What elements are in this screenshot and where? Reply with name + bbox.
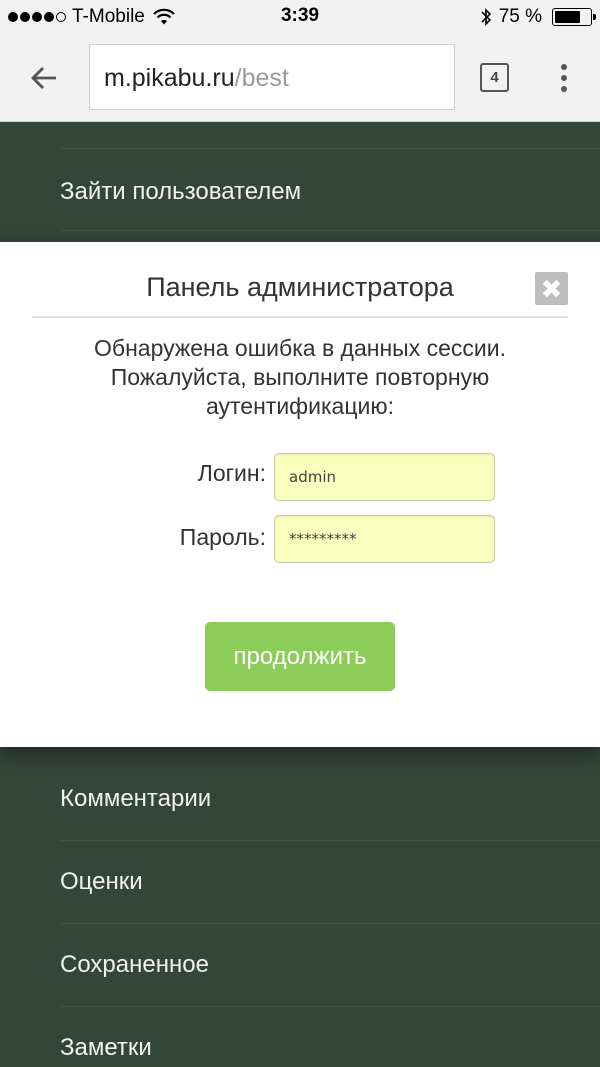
battery-fill	[555, 11, 580, 23]
browser-toolbar: m.pikabu.ru/best 4	[0, 34, 600, 122]
menu-item-notes[interactable]: Заметки	[60, 1034, 152, 1062]
status-bar: T-Mobile 3:39 75 %	[0, 0, 600, 34]
tab-switcher-button[interactable]: 4	[480, 63, 509, 92]
address-bar[interactable]: m.pikabu.ru/best	[89, 44, 455, 110]
menu-dot	[561, 64, 567, 70]
dialog-message: Обнаружена ошибка в данных сессии. Пожал…	[94, 335, 506, 419]
menu-item-login-as-user[interactable]: Зайти пользователем	[60, 178, 301, 206]
arrow-left-icon	[31, 67, 56, 89]
password-input[interactable]	[274, 515, 495, 563]
login-label: Логин:	[197, 460, 266, 486]
menu-dot	[561, 86, 567, 92]
menu-item-comments[interactable]: Комментарии	[60, 785, 211, 813]
dialog-title: Панель администратора	[146, 272, 454, 302]
battery-icon	[552, 8, 596, 26]
overflow-menu-button[interactable]	[556, 58, 572, 98]
menu-divider	[60, 148, 600, 149]
url-host: m.pikabu.ru	[104, 64, 235, 92]
password-label: Пароль:	[179, 524, 266, 550]
back-button[interactable]	[26, 60, 62, 96]
menu-divider	[60, 840, 600, 841]
admin-login-dialog: Панель администратора ✖ Обнаружена ошибк…	[0, 242, 600, 747]
menu-divider	[60, 923, 600, 924]
menu-divider	[60, 1006, 600, 1007]
menu-divider	[60, 230, 600, 231]
battery-percent: 75 %	[498, 6, 542, 27]
continue-button[interactable]: продолжить	[205, 622, 395, 691]
status-right: 75 %	[479, 6, 596, 28]
close-button[interactable]: ✖	[535, 272, 568, 305]
login-input[interactable]	[274, 453, 495, 501]
dialog-divider	[32, 316, 568, 318]
menu-item-ratings[interactable]: Оценки	[60, 868, 143, 896]
menu-item-saved[interactable]: Сохраненное	[60, 951, 209, 979]
menu-dot	[561, 75, 567, 81]
url-path: /best	[234, 64, 289, 92]
bluetooth-icon	[481, 8, 491, 26]
close-icon: ✖	[540, 273, 563, 304]
